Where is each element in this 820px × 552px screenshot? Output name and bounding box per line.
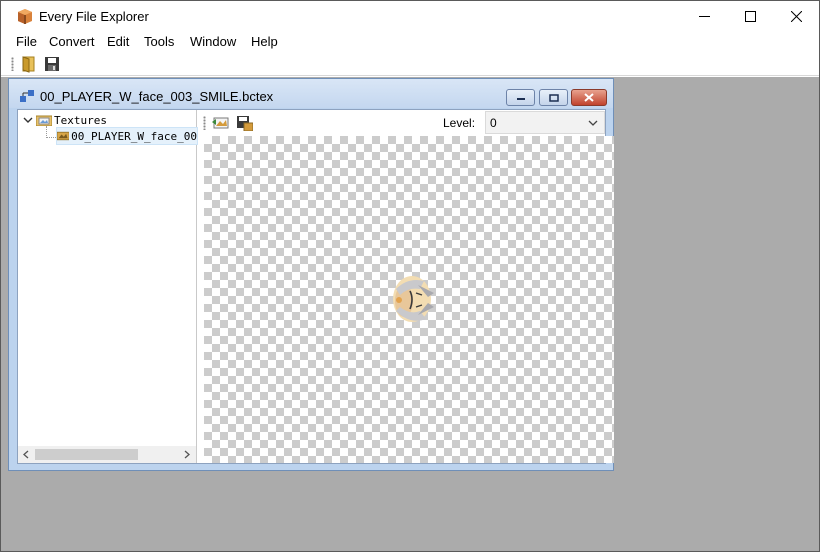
level-dropdown[interactable]: 0 (485, 111, 605, 134)
menu-window[interactable]: Window (188, 34, 238, 49)
texture-preview-image (393, 276, 434, 322)
minimize-button[interactable] (681, 1, 727, 32)
child-body: Textures 00_PLAYER_W_face_00 Level: 0 (17, 109, 614, 464)
tree-item-label: 00_PLAYER_W_face_00 (71, 129, 197, 143)
save-icon[interactable] (43, 55, 61, 73)
chevron-right-icon[interactable] (182, 450, 191, 459)
maximize-icon (744, 11, 756, 22)
minimize-icon (516, 97, 525, 100)
minimize-icon (698, 16, 710, 17)
maximize-button[interactable] (727, 1, 773, 32)
texture-icon (57, 131, 70, 141)
tree-connector (46, 137, 56, 138)
level-value: 0 (490, 116, 497, 130)
main-window: Every File Explorer File Convert Edit To… (0, 0, 820, 552)
tree-item-texture[interactable]: 00_PLAYER_W_face_00 (56, 127, 198, 145)
chevron-down-icon (588, 120, 598, 126)
toolbar-grip[interactable] (11, 57, 14, 71)
title-bar[interactable]: Every File Explorer (1, 1, 819, 32)
menu-convert[interactable]: Convert (47, 34, 97, 49)
viewer-toolbar: Level: 0 (199, 110, 605, 136)
restore-icon (548, 93, 559, 102)
menu-bar: File Convert Edit Tools Window Help (1, 32, 819, 52)
child-close-button[interactable] (571, 89, 607, 106)
package-icon (18, 9, 32, 24)
close-button[interactable] (773, 1, 819, 32)
child-restore-button[interactable] (539, 89, 568, 106)
menu-file[interactable]: File (14, 34, 39, 49)
child-window-title: 00_PLAYER_W_face_003_SMILE.bctex (40, 89, 274, 104)
menu-edit[interactable]: Edit (105, 34, 131, 49)
menu-tools[interactable]: Tools (142, 34, 176, 49)
close-icon (790, 11, 802, 22)
level-label: Level: (443, 116, 476, 130)
app-title: Every File Explorer (39, 9, 149, 24)
child-minimize-button[interactable] (506, 89, 535, 106)
chevron-down-icon[interactable] (23, 115, 33, 125)
child-title-bar[interactable]: 00_PLAYER_W_face_003_SMILE.bctex (9, 79, 613, 108)
scrollbar-thumb[interactable] (35, 449, 138, 460)
main-toolbar (1, 52, 819, 76)
open-folder-icon[interactable] (20, 55, 38, 73)
tree-item-label: Textures (54, 113, 107, 127)
texture-canvas[interactable] (204, 136, 614, 463)
texture-tree-view[interactable]: Textures 00_PLAYER_W_face_00 (18, 110, 198, 463)
file-tree-icon (20, 90, 34, 102)
chevron-left-icon[interactable] (22, 450, 31, 459)
export-image-icon[interactable] (212, 115, 229, 131)
texture-child-window: 00_PLAYER_W_face_003_SMILE.bctex Texture… (8, 78, 614, 471)
close-icon (584, 93, 594, 102)
menu-help[interactable]: Help (249, 34, 280, 49)
toolbar-grip[interactable] (203, 116, 206, 130)
mdi-client-area: 00_PLAYER_W_face_003_SMILE.bctex Texture… (1, 77, 819, 551)
tree-horizontal-scrollbar[interactable] (18, 446, 196, 463)
save-image-icon[interactable] (236, 115, 253, 131)
image-folder-icon (36, 115, 52, 126)
